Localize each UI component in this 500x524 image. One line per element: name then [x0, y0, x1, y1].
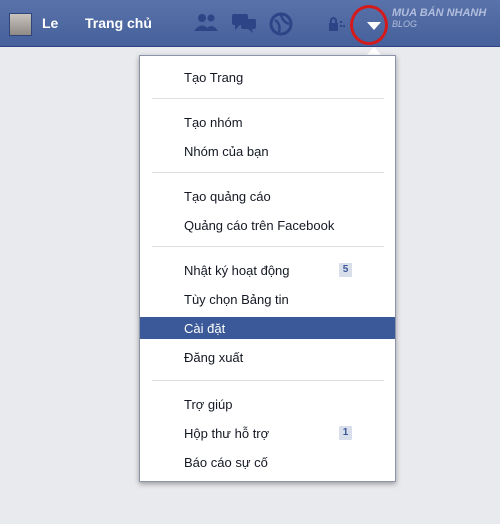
watermark-logo: MUA BÁN NHANH BLOG	[392, 7, 487, 30]
account-dropdown-menu: Tạo Trang Tạo nhóm Nhóm của bạn Tạo quản…	[139, 55, 396, 482]
profile-name-link[interactable]: Le	[42, 15, 58, 31]
notifications-icon[interactable]	[269, 12, 293, 36]
menu-item-label: Tạo nhóm	[184, 115, 243, 130]
menu-divider	[152, 246, 384, 247]
menu-item-label: Nhật ký hoạt động	[184, 263, 290, 278]
menu-divider	[152, 380, 384, 381]
menu-item-label: Tạo quảng cáo	[184, 189, 271, 204]
menu-divider	[152, 98, 384, 99]
menu-item-facebook-ads[interactable]: Quảng cáo trên Facebook	[140, 214, 395, 236]
menu-item-report-problem[interactable]: Báo cáo sự cố	[140, 451, 395, 473]
menu-item-label: Trợ giúp	[184, 397, 233, 412]
menu-item-log-out[interactable]: Đăng xuất	[140, 346, 395, 368]
menu-divider	[152, 172, 384, 173]
menu-item-news-feed-preferences[interactable]: Tùy chọn Bảng tin	[140, 288, 395, 310]
menu-item-label: Báo cáo sự cố	[184, 455, 268, 470]
avatar[interactable]	[9, 13, 32, 36]
menu-item-your-groups[interactable]: Nhóm của bạn	[140, 140, 395, 162]
menu-item-label: Tùy chọn Bảng tin	[184, 292, 289, 307]
count-badge: 5	[339, 263, 352, 277]
highlight-circle	[350, 5, 388, 45]
menu-item-create-group[interactable]: Tạo nhóm	[140, 111, 395, 133]
home-link[interactable]: Trang chủ	[85, 15, 152, 31]
menu-item-label: Hộp thư hỗ trợ	[184, 426, 270, 441]
menu-item-create-ad[interactable]: Tạo quảng cáo	[140, 185, 395, 207]
menu-item-label: Đăng xuất	[184, 350, 244, 365]
count-badge: 1	[339, 426, 352, 440]
messages-icon[interactable]	[231, 12, 257, 34]
friend-requests-icon[interactable]	[193, 12, 219, 32]
menu-item-support-inbox[interactable]: Hộp thư hỗ trợ 1	[140, 422, 395, 444]
menu-item-help[interactable]: Trợ giúp	[140, 393, 395, 415]
menu-item-label: Tạo Trang	[184, 70, 244, 85]
privacy-lock-icon[interactable]	[328, 16, 346, 32]
menu-item-label: Cài đặt	[184, 321, 226, 336]
top-navigation-bar: Le Trang chủ MUA BÁN NHANH BLOG	[0, 0, 500, 47]
menu-item-label: Quảng cáo trên Facebook	[184, 218, 335, 233]
menu-item-create-page[interactable]: Tạo Trang	[140, 66, 395, 88]
menu-item-label: Nhóm của bạn	[184, 144, 269, 159]
menu-item-activity-log[interactable]: Nhật ký hoạt động 5	[140, 259, 395, 281]
menu-item-settings[interactable]: Cài đặt	[140, 317, 395, 339]
